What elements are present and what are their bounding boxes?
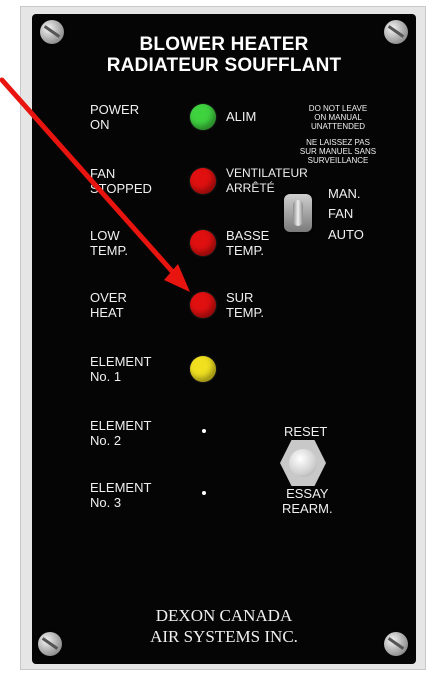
panel-title-en: BLOWER HEATER <box>139 34 309 55</box>
control-panel: BLOWER HEATER RADIATEUR SOUFFLANT POWER … <box>32 14 416 664</box>
reset-button-cap <box>289 449 317 477</box>
power-on-indicator-light <box>190 104 216 130</box>
element-2-indicator-light <box>202 429 206 433</box>
reset-label-fr: ESSAY REARM. <box>282 486 333 516</box>
warning-text-en: DO NOT LEAVE ON MANUAL UNATTENDED <box>308 104 368 131</box>
over-heat-indicator-light <box>190 292 216 318</box>
power-on-label: POWER ON <box>90 102 140 132</box>
reset-label: RESET <box>284 424 328 439</box>
element-3-label: ELEMENT No. 3 <box>90 480 152 510</box>
low-temp-indicator-light <box>190 230 216 256</box>
fan-mode-toggle-switch[interactable] <box>284 194 312 232</box>
brand-line-2: AIR SYSTEMS INC. <box>150 627 298 646</box>
fan-stopped-label-fr: VENTILATEUR ARRÊTÉ <box>226 166 308 195</box>
switch-fan-label: FAN <box>328 206 354 221</box>
element-3-indicator-light <box>202 491 206 495</box>
low-temp-label-fr: BASSE TEMP. <box>226 228 270 258</box>
low-temp-label: LOW TEMP. <box>90 228 129 258</box>
switch-auto-label: AUTO <box>328 227 364 242</box>
reset-button[interactable] <box>280 440 326 486</box>
warning-text-fr: NE LAISSEZ PAS SUR MANUEL SANS SURVEILLA… <box>299 138 377 165</box>
over-heat-label-fr: SUR TEMP. <box>226 290 265 320</box>
panel-title-fr: RADIATEUR SOUFFLANT <box>106 55 342 76</box>
element-2-label: ELEMENT No. 2 <box>90 418 152 448</box>
element-1-indicator-light <box>190 356 216 382</box>
brand-line-1: DEXON CANADA <box>155 606 293 625</box>
toggle-lever <box>293 200 303 226</box>
fan-stopped-indicator-light <box>190 168 216 194</box>
switch-man-label: MAN. <box>328 186 361 201</box>
over-heat-label: OVER HEAT <box>90 290 127 320</box>
power-on-label-fr: ALIM <box>226 109 257 124</box>
fan-stopped-label: FAN STOPPED <box>90 166 152 196</box>
element-1-label: ELEMENT No. 1 <box>90 354 152 384</box>
